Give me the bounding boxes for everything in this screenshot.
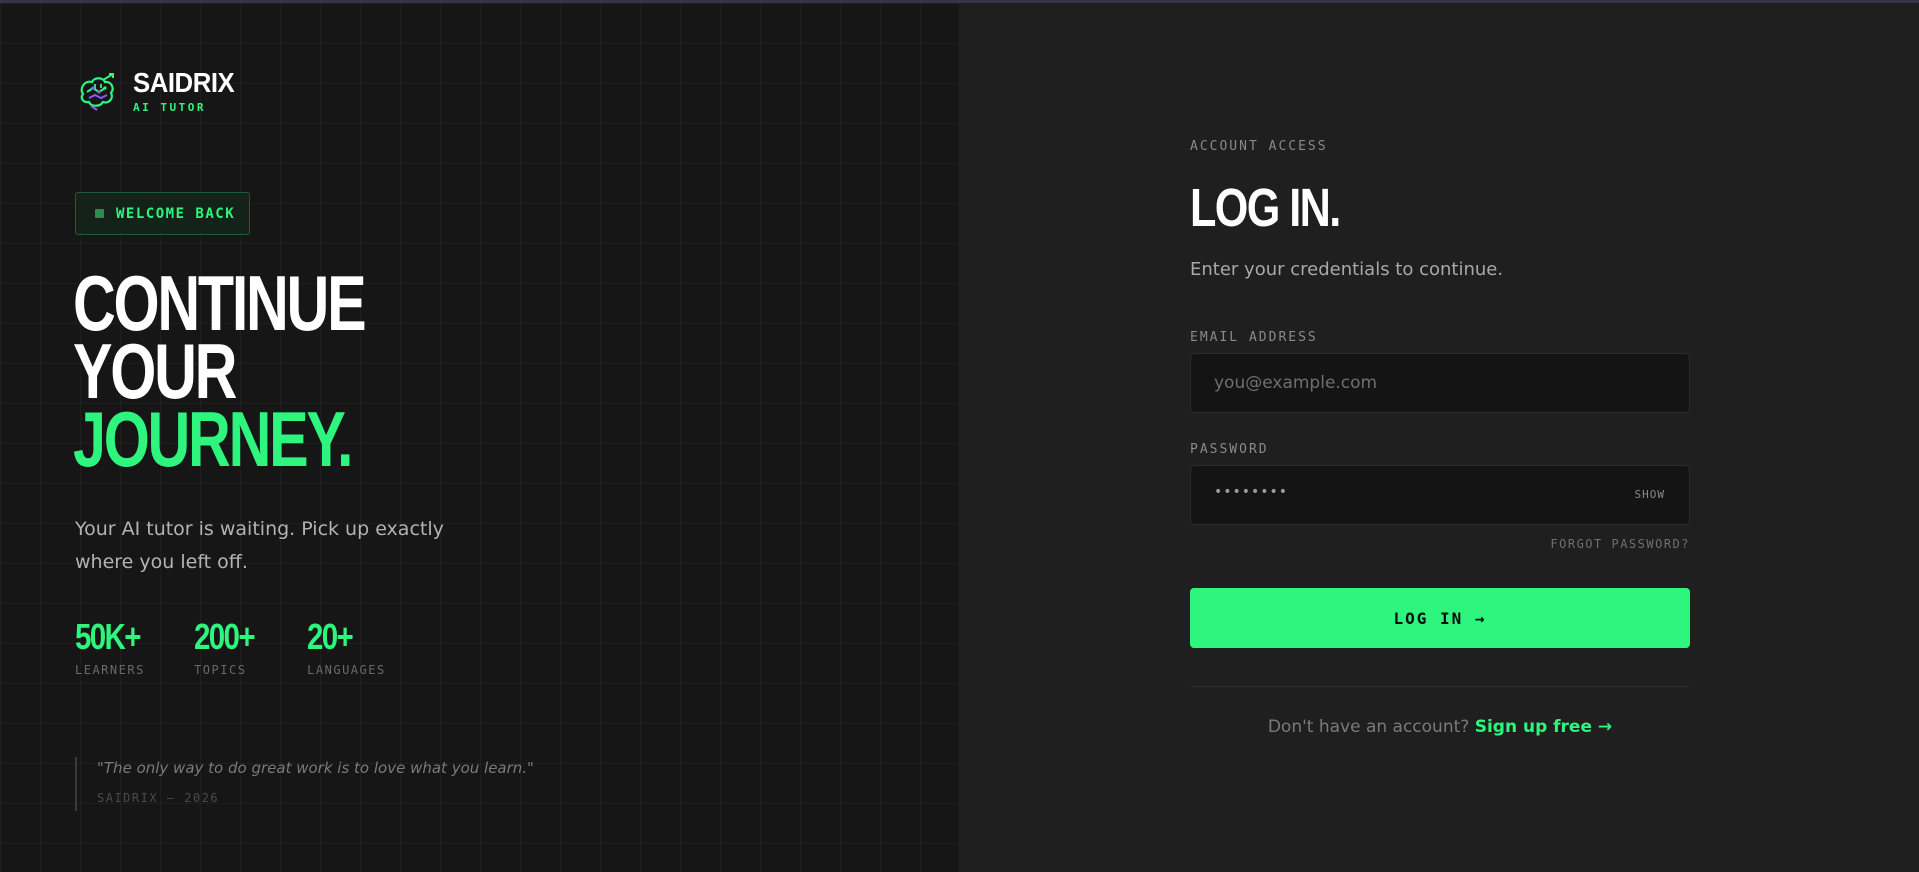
brand-text: SAIDRIX AI TUTOR	[133, 67, 243, 115]
headline-line-3: JOURNEY.	[73, 395, 354, 483]
login-panel: ACCOUNT ACCESS LOG IN. Enter your creden…	[959, 3, 1919, 872]
brand-name: SAIDRIX	[133, 67, 235, 98]
form-divider	[1190, 686, 1690, 687]
signup-question: Don't have an account?	[1267, 717, 1470, 737]
hero-quote: "The only way to do great work is to lov…	[75, 757, 534, 811]
stat-label: LEARNERS	[75, 663, 145, 677]
form-description: Enter your credentials to continue.	[1190, 259, 1504, 280]
badge-label: WELCOME BACK	[116, 205, 236, 222]
brain-circuit-icon	[80, 72, 114, 111]
brand[interactable]: SAIDRIX AI TUTOR	[75, 69, 243, 114]
forgot-password-link[interactable]: FORGOT PASSWORD?	[1550, 537, 1690, 551]
stat-label: TOPICS	[194, 663, 247, 677]
password-value: ••••••••	[1214, 484, 1289, 500]
password-field[interactable]: •••••••• SHOW	[1190, 465, 1690, 525]
email-input[interactable]	[1191, 354, 1689, 412]
brand-tagline: AI TUTOR	[133, 101, 206, 114]
stat-languages: 20+ LANGUAGES	[307, 616, 386, 678]
form-title: LOG IN.	[1190, 178, 1341, 238]
form-kicker: ACCOUNT ACCESS	[1190, 139, 1328, 154]
stat-topics: 200+ TOPICS	[194, 616, 267, 678]
stat-value: 20+	[307, 616, 354, 657]
quote-text: "The only way to do great work is to lov…	[97, 759, 534, 777]
quote-attribution: SAIDRIX — 2026	[97, 791, 220, 805]
stats-row: 50K+ LEARNERS 200+ TOPICS 20+ LANGUAGES	[75, 616, 426, 678]
hero-panel: SAIDRIX AI TUTOR WELCOME BACK CONTINUE Y…	[0, 3, 959, 872]
stat-value: 50K+	[75, 616, 141, 657]
show-password-button[interactable]: SHOW	[1635, 488, 1666, 501]
hero-subtitle: Your AI tutor is waiting. Pick up exactl…	[75, 518, 444, 573]
email-field-wrapper	[1190, 353, 1690, 413]
signup-link[interactable]: Sign up free →	[1475, 717, 1612, 737]
stat-label: LANGUAGES	[307, 663, 386, 677]
login-button[interactable]: LOG IN →	[1190, 588, 1690, 648]
email-label: EMAIL ADDRESS	[1190, 330, 1318, 345]
welcome-badge: WELCOME BACK	[75, 192, 250, 235]
password-label: PASSWORD	[1190, 442, 1269, 457]
badge-square-icon	[95, 209, 104, 218]
signup-prompt: Don't have an account? Sign up free →	[1190, 717, 1690, 737]
hero-headline: CONTINUE YOUR JOURNEY.	[73, 264, 456, 483]
stat-value: 200+	[194, 616, 256, 657]
stat-learners: 50K+ LEARNERS	[75, 616, 154, 678]
